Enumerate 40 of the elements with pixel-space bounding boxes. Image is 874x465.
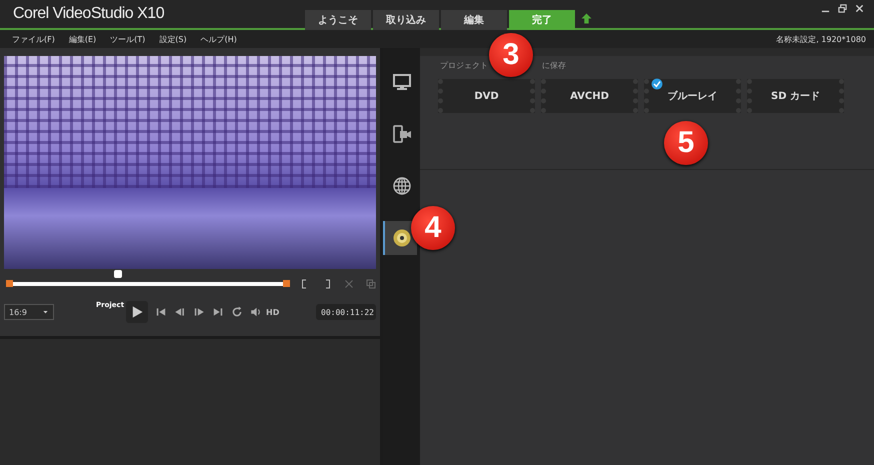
globe-icon bbox=[392, 176, 412, 196]
step-forward-icon[interactable] bbox=[193, 306, 206, 318]
workspace-tab[interactable]: 取り込み bbox=[373, 10, 439, 30]
skip-start-icon[interactable] bbox=[155, 306, 168, 318]
play-icon bbox=[130, 305, 144, 319]
hd-toggle[interactable]: HD bbox=[266, 308, 280, 316]
menu-item[interactable]: ファイル(F) bbox=[12, 34, 55, 44]
skip-end-icon[interactable] bbox=[212, 306, 224, 318]
menu-item[interactable]: ツール(T) bbox=[110, 34, 146, 44]
workspace-tab[interactable]: 編集 bbox=[441, 10, 507, 30]
aspect-value: 16:9 bbox=[9, 308, 27, 316]
close-icon[interactable] bbox=[855, 4, 864, 13]
repeat-icon[interactable] bbox=[231, 306, 244, 318]
up-arrow-icon[interactable] bbox=[581, 13, 592, 24]
restore-icon[interactable] bbox=[838, 4, 847, 13]
scrubber-thumb[interactable] bbox=[114, 270, 122, 278]
disc-type-button[interactable]: AVCHD bbox=[541, 79, 638, 113]
project-info: 名称未設定, 1920*1080 bbox=[776, 34, 866, 44]
menu-item[interactable]: 編集(E) bbox=[68, 34, 96, 44]
menu-item[interactable]: ヘルプ(H) bbox=[200, 34, 237, 44]
app-title: Corel VideoStudio X10 bbox=[12, 4, 166, 23]
disc-icon bbox=[392, 228, 412, 248]
section-heading: に保存 bbox=[542, 60, 566, 71]
disc-type-button[interactable]: DVD bbox=[438, 79, 535, 113]
play-button[interactable] bbox=[126, 301, 148, 323]
workspace-tab[interactable]: ようこそ bbox=[305, 10, 371, 30]
timecode-value: 00:00:11:22 bbox=[321, 308, 374, 316]
trim-start-handle[interactable] bbox=[6, 280, 13, 287]
disc-type-button[interactable]: SD カード bbox=[747, 79, 844, 113]
section-heading: プロジェクト bbox=[440, 60, 488, 71]
aspect-dropdown[interactable]: 16:9 bbox=[4, 304, 54, 320]
speaker-icon[interactable] bbox=[250, 306, 262, 318]
output-category-tab[interactable] bbox=[383, 221, 417, 255]
menu-item[interactable]: 設定(S) bbox=[159, 34, 187, 44]
phone-camera-icon bbox=[392, 124, 412, 144]
disc-type-button[interactable]: ブルーレイ bbox=[644, 79, 741, 113]
trim-end-handle[interactable] bbox=[283, 280, 290, 287]
step-back-icon[interactable] bbox=[174, 306, 186, 318]
monitor-icon bbox=[392, 72, 412, 92]
timecode-field[interactable]: 00:00:11:22 bbox=[316, 304, 376, 320]
